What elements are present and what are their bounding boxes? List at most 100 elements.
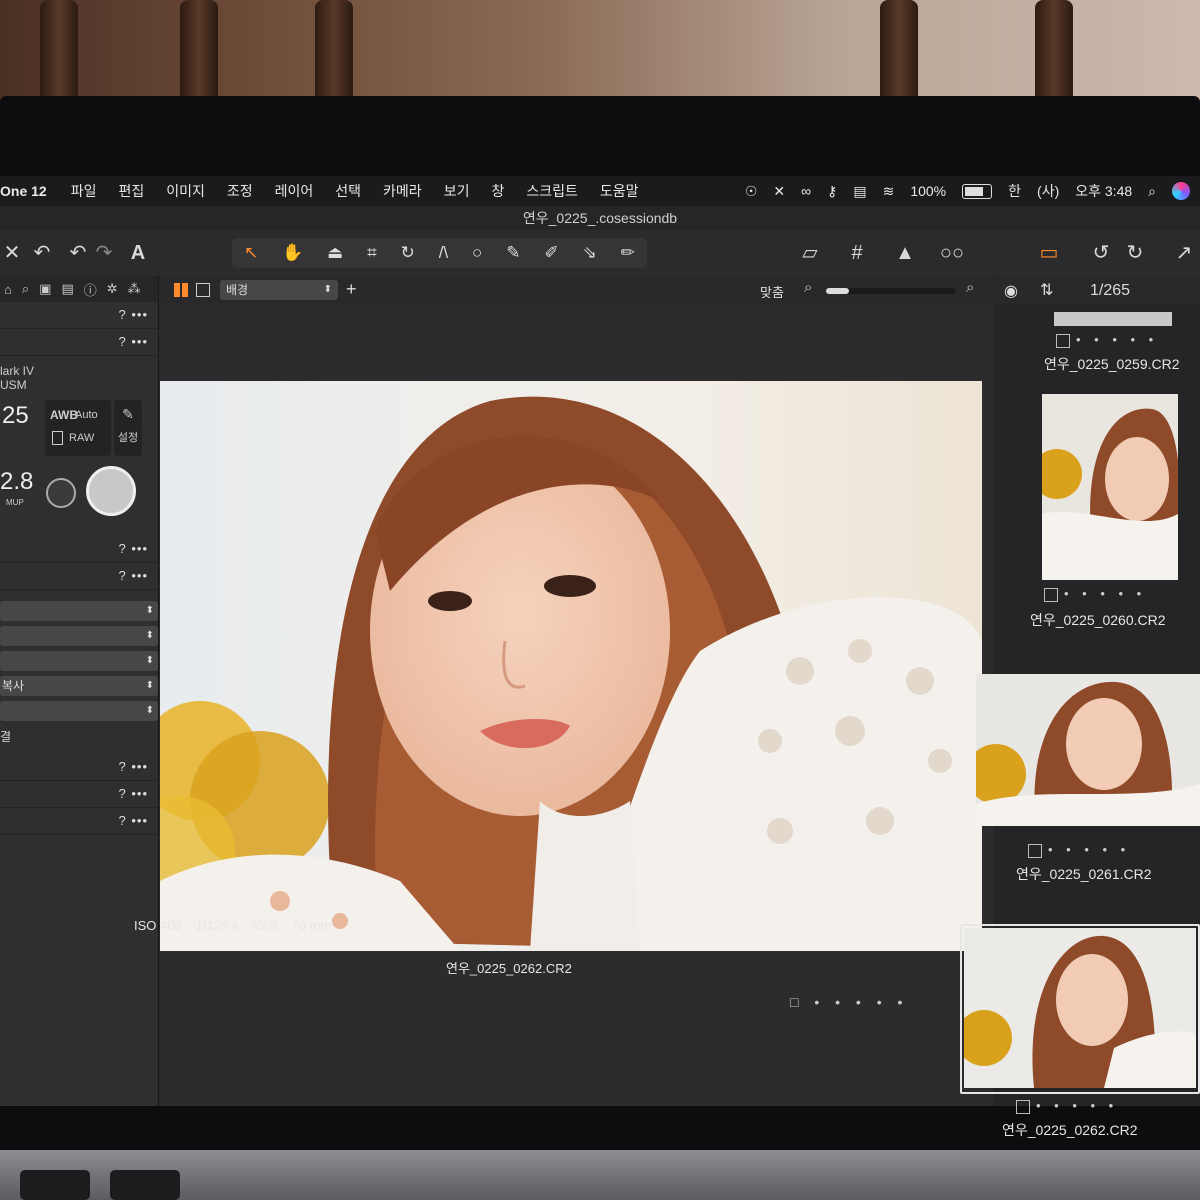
thumbnail-rating[interactable]: • • • • • [1016,1098,1118,1114]
option-select[interactable]: ⬍ [0,626,158,646]
copy-select[interactable]: 복사 ⬍ [0,676,158,696]
help-menu[interactable]: ? ••• [119,759,149,774]
siri-icon[interactable] [1172,182,1190,200]
thumbnail-rating[interactable]: • • • • • [1028,842,1130,858]
undo-alt-icon[interactable]: ↶ [66,238,90,268]
menu-window[interactable]: 창 [491,181,504,201]
menu-edit[interactable]: 편집 [118,181,144,201]
menu-select[interactable]: 선택 [335,181,361,201]
help-menu[interactable]: ? ••• [119,541,149,556]
rotate-tool-icon[interactable]: ↻ [401,243,415,263]
select-checkbox[interactable] [1044,587,1058,602]
browser-panel: ◉ ⇅ 1/265 • • • • • 연우_0225_0259.CR2 • •… [960,276,1200,1106]
select-checkbox[interactable] [1056,333,1070,348]
wifi-icon[interactable]: ≋ [883,183,895,200]
loupe-tool-icon[interactable]: ⏏ [327,243,343,263]
search-icon[interactable]: ⌕ [22,281,29,297]
menu-file[interactable]: 파일 [71,181,97,201]
pan-tool-icon[interactable]: ✋ [282,243,303,263]
creative-cloud-icon[interactable]: ∞ [801,183,811,199]
grid-icon[interactable]: # [842,238,872,268]
menu-app-name[interactable]: One 12 [0,183,47,199]
menu-help[interactable]: 도움말 [600,181,639,201]
camera-tab-icon[interactable]: ▣ [39,281,51,297]
circle-tool-icon[interactable]: ○ [472,243,482,263]
input-method[interactable]: 한 [1008,181,1021,201]
info-icon[interactable]: ⓘ [84,280,97,299]
help-menu[interactable]: ? ••• [119,813,149,828]
home-icon[interactable]: ⌂ [4,282,12,297]
clipboard-icon[interactable]: ▤ [61,281,73,297]
clock[interactable]: 오후 3:48 [1075,181,1132,201]
main-photo[interactable] [160,381,982,951]
sort-icon[interactable]: ⇅ [1040,280,1053,300]
gradient-tool-icon[interactable]: ⇘ [583,243,597,263]
gear-icon[interactable]: ✲ [107,281,118,297]
thumbnail-image[interactable] [976,674,1200,826]
status-area: ☉ ✕ ∞ ⚷ ▤ ≋ 100% 한 (사) 오후 3:48 ⌕ [745,176,1190,206]
layer-select[interactable]: 배경 ⬍ [220,280,338,300]
spotlight-icon[interactable]: ⌕ [1148,183,1156,200]
white-balance-box[interactable]: AWB Auto RAW [45,400,111,456]
menu-view[interactable]: 보기 [444,181,470,201]
user-menu[interactable]: (사) [1037,181,1059,201]
zoom-slider[interactable] [826,288,956,294]
thumbnail-image-selected[interactable] [964,928,1196,1088]
select-checkbox[interactable] [1028,843,1042,858]
menu-layer[interactable]: 레이어 [275,181,314,201]
export-arrow-icon[interactable]: ↗ [1170,238,1198,268]
live-view-button[interactable] [46,478,76,508]
thumbnail-rating[interactable]: • • • • • [1056,332,1158,348]
select-checkbox[interactable] [1016,1099,1030,1114]
help-menu[interactable]: ? ••• [119,334,149,349]
multi-view-icon[interactable] [174,283,188,297]
keyboard-icon[interactable]: ▤ [853,183,866,200]
fit-label[interactable]: 맞춤 [760,282,784,301]
layers-icon[interactable]: ▭ [1032,238,1066,268]
crop-tool-icon[interactable]: ⌗ [367,243,377,263]
zoom-out-icon[interactable]: ⌕ [804,279,812,296]
eye-icon[interactable]: ◉ [1004,281,1018,301]
thumbnail-partial[interactable] [1054,312,1172,326]
zoom-in-icon[interactable]: ⌕ [966,279,974,296]
help-menu[interactable]: ? ••• [119,307,149,322]
picker-tool-icon[interactable]: ✏ [621,243,635,263]
add-layer-icon[interactable]: + [346,279,357,300]
help-menu[interactable]: ? ••• [119,786,149,801]
single-view-icon[interactable] [196,283,210,297]
option-select[interactable]: ⬍ [0,701,158,721]
menu-script[interactable]: 스크립트 [526,181,578,201]
edit-mask-icon[interactable]: ▱ [795,238,825,268]
batch-icon[interactable]: ⁂ [128,281,141,297]
aperture-value[interactable]: 2.8 [0,468,33,496]
redo-icon[interactable]: ↷ [92,238,116,268]
thumbnail-filename: 연우_0225_0261.CR2 [1016,866,1152,882]
tool-icon[interactable]: ✕ [773,183,785,200]
help-menu[interactable]: ? ••• [119,568,149,583]
rotate-right-icon[interactable]: ↻ [1122,238,1148,268]
option-select[interactable]: ⬍ [0,601,158,621]
eraser-tool-icon[interactable]: ✐ [544,243,558,263]
keystone-tool-icon[interactable]: /\ [439,243,448,263]
airdrop-icon[interactable]: ☉ [745,183,758,200]
menu-image[interactable]: 이미지 [166,181,205,201]
capture-button[interactable] [86,466,136,516]
menu-camera[interactable]: 카메라 [383,181,422,201]
rotate-left-icon[interactable]: ↺ [1088,238,1114,268]
menu-adjust[interactable]: 조정 [227,181,253,201]
shutter-value[interactable]: 25 [2,402,29,430]
proof-glasses-icon[interactable]: ○○ [932,238,972,268]
close-icon[interactable]: ✕ [2,238,22,268]
undo-icon[interactable]: ↶ [30,238,54,268]
battery-icon[interactable] [962,183,993,199]
viewer-rating[interactable]: □ • • • • • [790,994,908,1010]
brush-tool-icon[interactable]: ✎ [506,243,520,263]
option-select[interactable]: ⬍ [0,651,158,671]
text-tool-icon[interactable]: A [126,238,150,268]
thumbnail-rating[interactable]: • • • • • [1044,586,1146,602]
thumbnail-image[interactable] [1042,394,1178,580]
settings-button[interactable]: ✎ 설정 [114,400,142,456]
cursor-tool-icon[interactable]: ↖ [244,243,258,263]
key-icon[interactable]: ⚷ [827,183,837,200]
warning-icon[interactable]: ▲ [890,238,920,268]
